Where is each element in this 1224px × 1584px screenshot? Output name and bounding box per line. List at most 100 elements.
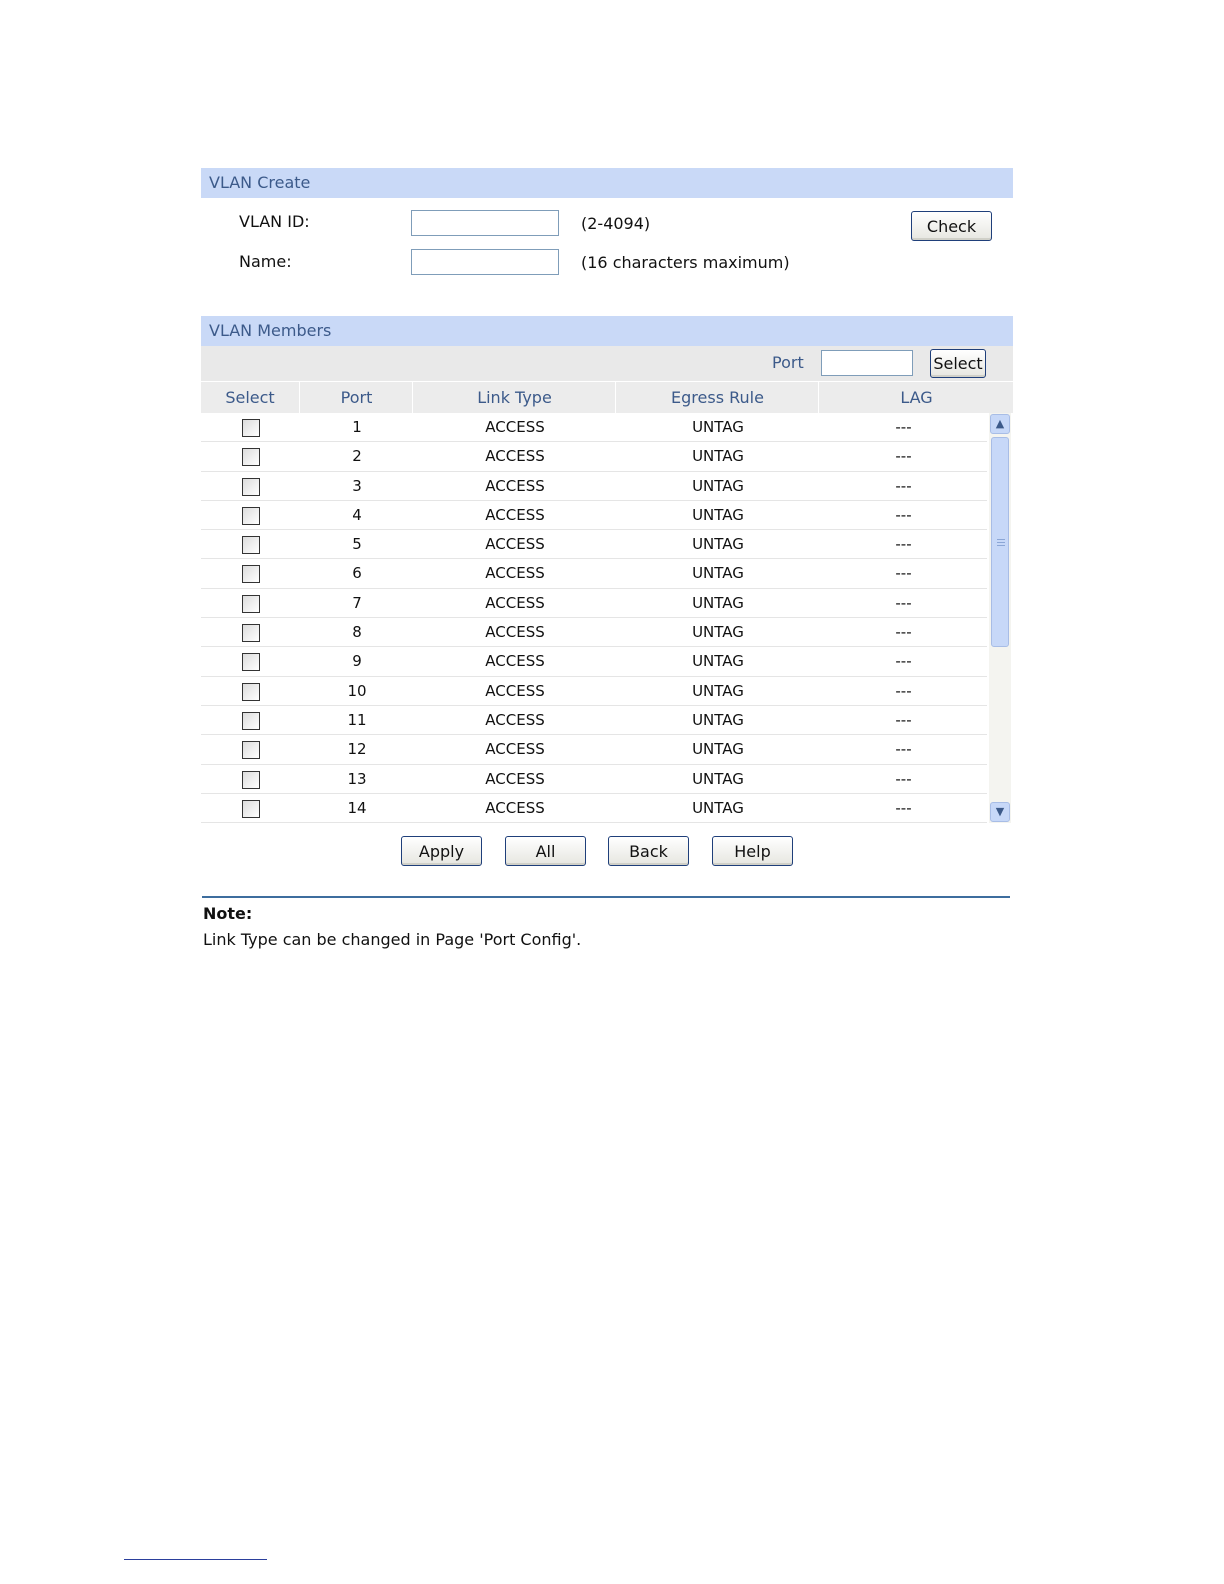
link-type-cell: ACCESS — [485, 710, 545, 729]
row-select-checkbox[interactable] — [242, 770, 260, 789]
vlan-members-title: VLAN Members — [201, 316, 1013, 346]
row-select-checkbox[interactable] — [242, 624, 260, 643]
link-type-cell: ACCESS — [485, 681, 545, 700]
name-input[interactable] — [411, 249, 559, 275]
port-cell: 5 — [352, 535, 362, 554]
egress-rule-cell: UNTAG — [692, 505, 744, 524]
row-select-checkbox[interactable] — [242, 799, 260, 818]
port-cell: 9 — [352, 652, 362, 671]
members-table-rows: 1 ACCESS UNTAG --- 2 ACCESS UNTAG --- 3 ACCESS UNT… — [201, 413, 987, 823]
row-select-checkbox[interactable] — [242, 419, 260, 437]
row-select-checkbox[interactable] — [242, 741, 260, 760]
egress-rule-cell: UNTAG — [692, 418, 744, 436]
link-type-cell: ACCESS — [485, 418, 545, 436]
chevron-up-icon[interactable]: ▲ — [990, 414, 1010, 434]
table-row: 7 ACCESS UNTAG --- — [201, 589, 987, 619]
vlan-id-label: VLAN ID: — [239, 212, 310, 231]
link-type-cell: ACCESS — [485, 564, 545, 583]
lag-cell: --- — [895, 769, 912, 788]
table-row: 3 ACCESS UNTAG --- — [201, 472, 987, 501]
help-button[interactable]: Help — [712, 836, 793, 866]
table-row: 12 ACCESS UNTAG --- — [201, 735, 987, 765]
note-divider — [202, 896, 1010, 898]
egress-rule-cell: UNTAG — [692, 798, 744, 817]
port-filter-label: Port — [772, 353, 804, 372]
egress-rule-cell: UNTAG — [692, 535, 744, 554]
table-row: 1 ACCESS UNTAG --- — [201, 413, 987, 443]
port-cell: 11 — [347, 710, 367, 729]
egress-rule-cell: UNTAG — [692, 623, 744, 642]
egress-rule-cell: UNTAG — [692, 769, 744, 788]
link-type-cell: ACCESS — [485, 593, 545, 612]
egress-rule-cell: UNTAG — [692, 740, 744, 759]
port-cell: 14 — [347, 798, 367, 817]
row-select-checkbox[interactable] — [242, 653, 260, 672]
port-cell: 8 — [352, 623, 362, 642]
vlan-id-hint: (2-4094) — [581, 214, 651, 233]
row-select-checkbox[interactable] — [242, 711, 260, 730]
grip-line-icon — [997, 539, 1005, 540]
name-label: Name: — [239, 252, 292, 271]
egress-rule-cell: UNTAG — [692, 652, 744, 671]
table-row: 4 ACCESS UNTAG --- — [201, 501, 987, 531]
row-select-checkbox[interactable] — [242, 448, 260, 467]
link-type-cell: ACCESS — [485, 505, 545, 524]
column-header-link-type: Link Type — [414, 382, 616, 414]
column-header-port: Port — [301, 382, 413, 414]
check-button[interactable]: Check — [911, 211, 992, 241]
table-scrollbar[interactable]: ▲ ▼ — [989, 413, 1011, 823]
table-row: 14 ACCESS UNTAG --- — [201, 794, 987, 823]
egress-rule-cell: UNTAG — [692, 710, 744, 729]
row-select-checkbox[interactable] — [242, 477, 260, 496]
lag-cell: --- — [895, 652, 912, 671]
link-type-cell: ACCESS — [485, 798, 545, 817]
vlan-create-title: VLAN Create — [201, 168, 1013, 198]
name-hint: (16 characters maximum) — [581, 253, 790, 272]
row-select-checkbox[interactable] — [242, 594, 260, 613]
port-cell: 13 — [347, 769, 367, 788]
link-type-cell: ACCESS — [485, 769, 545, 788]
row-select-checkbox[interactable] — [242, 682, 260, 701]
port-cell: 2 — [352, 447, 362, 466]
table-header: Select Port Link Type Egress Rule LAG — [201, 381, 1013, 414]
link-type-cell: ACCESS — [485, 535, 545, 554]
lag-cell: --- — [895, 623, 912, 642]
lag-cell: --- — [895, 418, 912, 436]
chevron-down-icon[interactable]: ▼ — [990, 802, 1010, 822]
members-table-body: 1 ACCESS UNTAG --- 2 ACCESS UNTAG --- 3 ACCESS UNT… — [201, 413, 1013, 823]
egress-rule-cell: UNTAG — [692, 564, 744, 583]
lag-cell: --- — [895, 505, 912, 524]
vlan-create-panel: VLAN Create VLAN ID: (2-4094) Check Name… — [201, 168, 1013, 298]
link-type-cell: ACCESS — [485, 623, 545, 642]
lag-cell: --- — [895, 535, 912, 554]
egress-rule-cell: UNTAG — [692, 447, 744, 466]
table-row: 13 ACCESS UNTAG --- — [201, 765, 987, 794]
row-select-checkbox[interactable] — [242, 506, 260, 525]
table-row: 10 ACCESS UNTAG --- — [201, 677, 987, 706]
port-filter-input[interactable] — [821, 350, 913, 376]
port-cell: 12 — [347, 740, 367, 759]
footer-divider — [124, 1559, 267, 1560]
scrollbar-thumb[interactable] — [991, 437, 1009, 647]
note-title: Note: — [203, 904, 253, 923]
table-row: 2 ACCESS UNTAG --- — [201, 442, 987, 472]
row-select-checkbox[interactable] — [242, 536, 260, 555]
lag-cell: --- — [895, 740, 912, 759]
vlan-id-input[interactable] — [411, 210, 559, 236]
all-button[interactable]: All — [505, 836, 586, 866]
lag-cell: --- — [895, 447, 912, 466]
row-select-checkbox[interactable] — [242, 565, 260, 584]
table-row: 9 ACCESS UNTAG --- — [201, 647, 987, 677]
link-type-cell: ACCESS — [485, 447, 545, 466]
grip-line-icon — [997, 545, 1005, 546]
lag-cell: --- — [895, 593, 912, 612]
back-button[interactable]: Back — [608, 836, 689, 866]
column-header-lag: LAG — [900, 388, 933, 407]
table-row: 5 ACCESS UNTAG --- — [201, 530, 987, 560]
column-header-select: Select — [201, 382, 300, 414]
egress-rule-cell: UNTAG — [692, 593, 744, 612]
apply-button[interactable]: Apply — [401, 836, 482, 866]
select-port-button[interactable]: Select — [930, 349, 986, 378]
port-cell: 10 — [347, 681, 367, 700]
note-text: Link Type can be changed in Page 'Port C… — [203, 930, 582, 949]
